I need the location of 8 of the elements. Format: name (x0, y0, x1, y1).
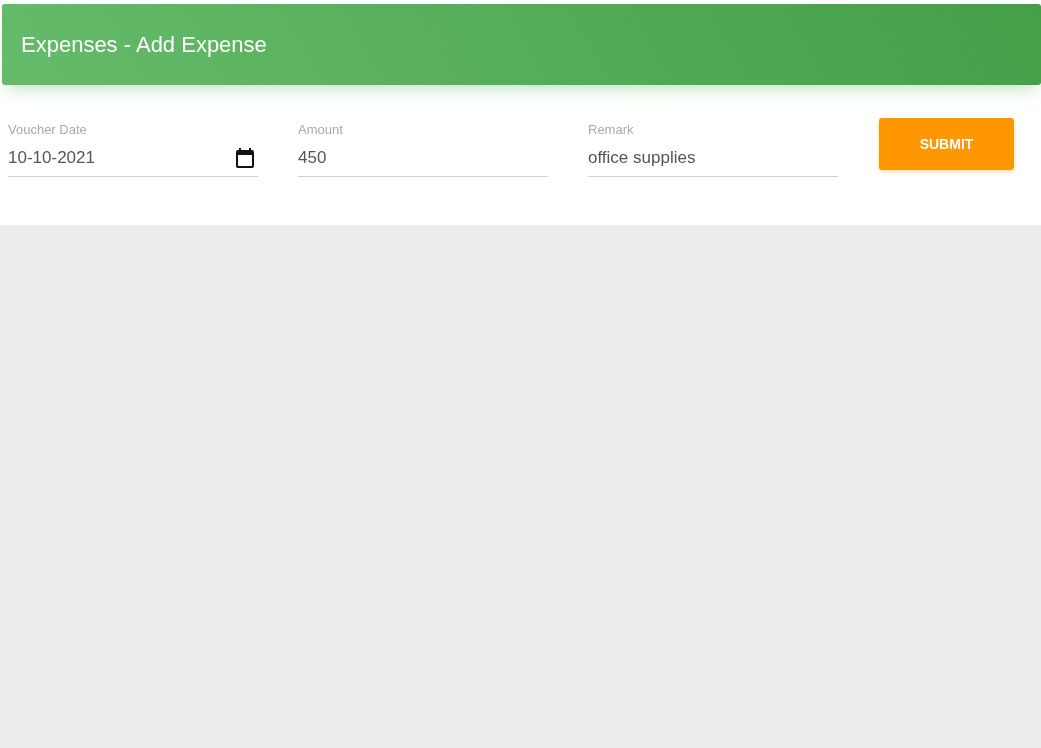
field-label: Remark (588, 122, 635, 138)
date-field[interactable]: 10-10-2021 (8, 140, 258, 177)
field-label: Voucher Date (8, 122, 88, 138)
calendar-icon[interactable] (236, 148, 254, 168)
input-field[interactable]: 450 (298, 140, 548, 177)
page-title: Expenses - Add Expense (21, 31, 267, 58)
field-label: Amount (298, 122, 344, 138)
input-field[interactable]: office supplies (588, 140, 838, 177)
